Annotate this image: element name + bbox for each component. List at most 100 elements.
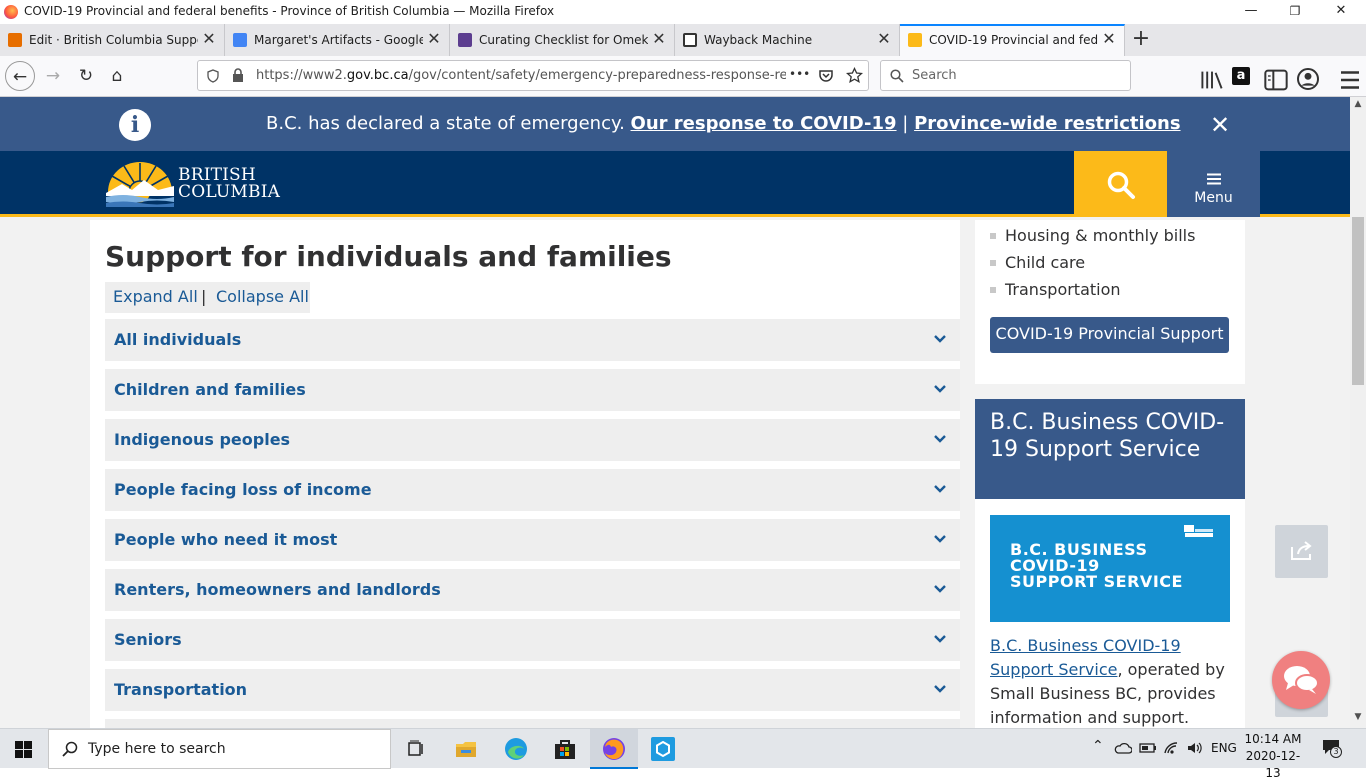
chevron-down-icon [934,335,946,343]
scroll-up-icon[interactable]: ▲ [1350,99,1366,113]
back-button[interactable]: ← [5,61,35,91]
close-tab-icon[interactable]: ✕ [875,29,893,49]
accordion-label: Renters, homeowners and landlords [114,580,441,599]
wifi-icon[interactable] [1163,741,1179,755]
app-cube-icon[interactable] [649,735,677,763]
accordion-all-individuals[interactable]: All individuals [105,319,960,361]
microsoft-store-icon[interactable] [551,735,579,763]
close-tab-icon[interactable]: ✕ [650,29,668,49]
amazon-extension-icon[interactable]: a [1232,67,1250,85]
accordion-next-partial[interactable] [105,719,960,728]
account-icon[interactable] [1296,67,1320,91]
tab-curating-checklist[interactable]: Curating Checklist for Omeka-S ✕ [450,24,675,56]
emergency-alert-banner: i B.C. has declared a state of emergency… [0,97,1350,151]
onedrive-icon[interactable] [1114,741,1132,755]
forward-button[interactable]: → [38,61,68,91]
our-response-link[interactable]: Our response to COVID-19 [631,113,897,134]
taskbar-clock[interactable]: 10:14 AM 2020-12-13 [1240,731,1306,782]
business-support-banner-image[interactable]: B.C. BUSINESS COVID-19 SUPPORT SERVICE [990,515,1230,622]
page-scrollbar[interactable]: ▲ ▼ [1350,97,1366,728]
accordion-loss-of-income[interactable]: People facing loss of income [105,469,960,511]
search-icon [890,69,904,83]
search-icon [62,741,78,757]
sidebar-icon[interactable] [1264,68,1288,92]
sidebar-bullet: Housing & monthly bills [990,226,1195,245]
chat-button[interactable] [1272,651,1330,709]
close-alert-icon[interactable]: ✕ [1210,111,1230,139]
language-indicator[interactable]: ENG [1211,741,1237,755]
clock-time: 10:14 AM [1244,732,1302,746]
sidebar-bullet: Transportation [990,280,1121,299]
navigation-toolbar: ← → ↻ ⌂ https://www2.gov.bc.ca/gov/conte… [0,56,1366,97]
taskbar-search-box[interactable]: Type here to search [48,729,391,769]
banner-line: SUPPORT SERVICE [1010,572,1183,591]
scroll-down-icon[interactable]: ▼ [1350,712,1366,726]
collapse-all-link[interactable]: Collapse All [216,287,309,306]
new-tab-button[interactable]: + [1124,24,1158,56]
maximize-button[interactable]: ❐ [1272,0,1318,24]
google-docs-icon [233,33,247,47]
site-search-button[interactable] [1074,151,1167,217]
scrollbar-thumb[interactable] [1352,217,1364,385]
volume-icon[interactable] [1186,741,1204,755]
search-placeholder: Search [912,68,957,83]
chevron-down-icon [934,485,946,493]
shield-icon[interactable] [206,69,220,83]
tab-edit-bc-support[interactable]: Edit · British Columbia Support · Ite ✕ [0,24,225,56]
lock-icon[interactable] [232,68,244,83]
close-tab-icon[interactable]: ✕ [200,29,218,49]
accordion-transportation[interactable]: Transportation [105,669,960,711]
page-actions-icon[interactable]: ••• [789,67,810,81]
task-view-icon[interactable] [402,735,430,763]
tab-wayback-machine[interactable]: Wayback Machine ✕ [675,24,900,56]
logo-wordmark: BRITISH COLUMBIA [178,167,280,201]
file-explorer-icon[interactable] [452,735,480,763]
chevron-down-icon [934,585,946,593]
search-input[interactable]: Search [880,60,1131,91]
expand-all-link[interactable]: Expand All [113,287,198,306]
windows-start-icon[interactable] [15,741,32,758]
share-button[interactable] [1275,525,1328,578]
bc-logo[interactable]: BRITISH COLUMBIA [106,160,286,208]
accordion-indigenous-peoples[interactable]: Indigenous peoples [105,419,960,461]
tab-covid-benefits[interactable]: COVID-19 Provincial and federa ✕ [900,24,1125,56]
tray-chevron-up-icon[interactable]: ⌃ [1092,738,1104,754]
banner-text: B.C. BUSINESS COVID-19 SUPPORT SERVICE [1010,542,1183,590]
tab-label: COVID-19 Provincial and federa [929,33,1098,47]
pocket-icon[interactable] [818,68,834,84]
alert-message: B.C. has declared a state of emergency. … [266,113,1181,134]
home-button[interactable]: ⌂ [102,61,132,91]
site-menu-button[interactable]: Menu [1167,151,1260,217]
close-tab-icon[interactable]: ✕ [425,29,443,49]
library-icon[interactable] [1200,68,1224,92]
logo-line-2: COLUMBIA [178,182,281,202]
minimize-button[interactable]: — [1228,0,1274,24]
restrictions-link[interactable]: Province-wide restrictions [914,113,1180,134]
taskbar-firefox-active[interactable] [590,729,638,769]
accordion-children-families[interactable]: Children and families [105,369,960,411]
notification-center-icon[interactable]: 3 [1322,739,1342,759]
notification-count: 3 [1330,746,1342,758]
covid-provincial-support-button[interactable]: COVID-19 Provincial Support [990,317,1229,353]
chevron-down-icon [934,535,946,543]
bc-sun-icon [908,33,922,47]
url-text[interactable]: https://www2.gov.bc.ca/gov/content/safet… [256,68,786,83]
accordion-seniors[interactable]: Seniors [105,619,960,661]
tab-margarets-artifacts[interactable]: Margaret's Artifacts - Google Do ✕ [225,24,450,56]
tab-strip: Edit · British Columbia Support · Ite ✕ … [0,24,1366,56]
battery-icon[interactable] [1139,741,1157,755]
close-window-button[interactable]: ✕ [1318,0,1364,24]
site-header: BRITISH COLUMBIA Menu [0,151,1350,217]
accordion-label: People facing loss of income [114,480,372,499]
tab-label: Wayback Machine [704,33,813,47]
accordion-renters-homeowners[interactable]: Renters, homeowners and landlords [105,569,960,611]
reload-button[interactable]: ↻ [71,61,101,91]
close-tab-icon[interactable]: ✕ [1100,29,1118,49]
hamburger-menu-icon[interactable] [1338,68,1362,92]
address-bar[interactable]: https://www2.gov.bc.ca/gov/content/safet… [197,60,869,91]
accordion-label: All individuals [114,330,242,349]
accordion-need-it-most[interactable]: People who need it most [105,519,960,561]
bookmark-star-icon[interactable] [846,67,863,84]
accordion-label: Seniors [114,630,182,649]
edge-browser-icon[interactable] [502,735,530,763]
